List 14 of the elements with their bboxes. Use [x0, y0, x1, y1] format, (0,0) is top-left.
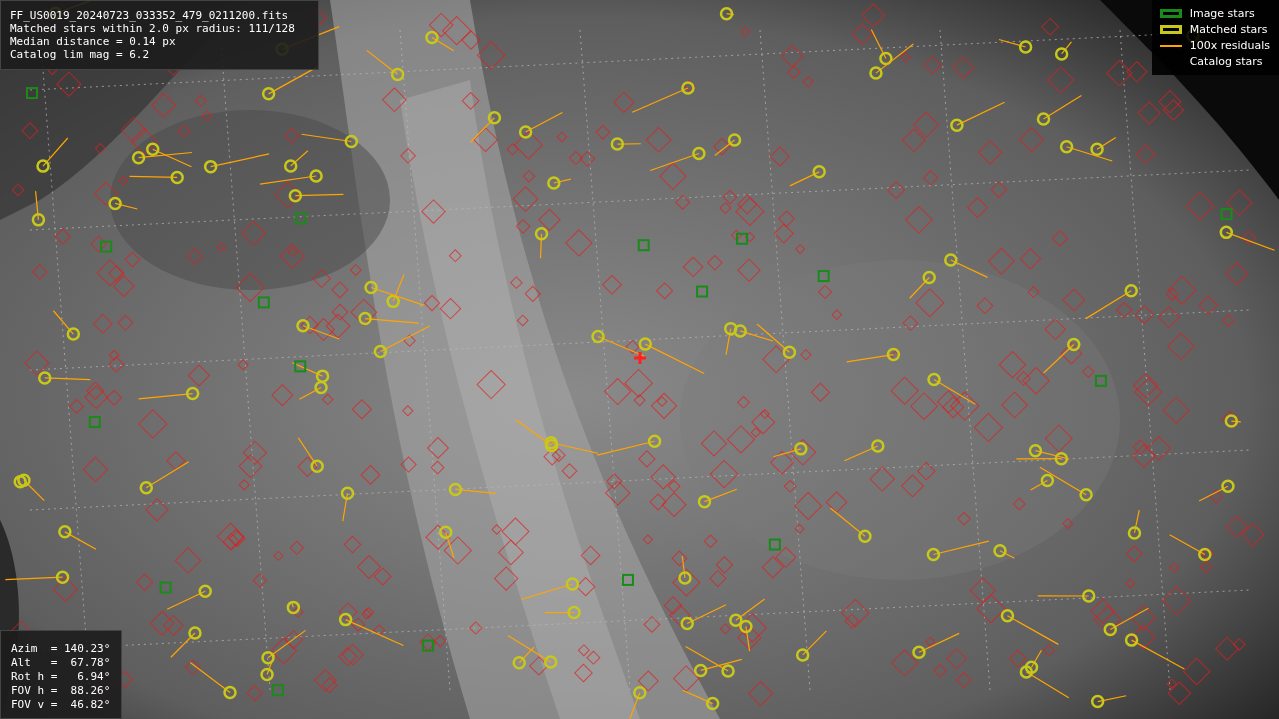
- info-text: FF_US0019_20240723_033352_479_0211200.fits: [10, 9, 290, 22]
- pointing-text: FOV h = 88.26°: [11, 684, 111, 698]
- pointing-text: Rot h = 6.94°: [11, 670, 111, 684]
- info-text: Catalog lim mag = 6.2: [10, 48, 151, 61]
- pointing-text: FOV v = 46.82°: [11, 698, 111, 712]
- center-cross-icon: [632, 350, 648, 366]
- legend-label: Image stars: [1189, 6, 1255, 21]
- info-text: Matched stars within 2.0 px radius: 111/128: [10, 22, 296, 35]
- legend-label: Catalog stars: [1189, 54, 1263, 69]
- legend-label: 100x residuals: [1189, 38, 1270, 53]
- legend-label: Matched stars: [1189, 22, 1268, 37]
- info-text: Median distance = 0.14 px: [10, 35, 177, 48]
- pointing-text: Azim = 140.23°: [11, 642, 111, 656]
- pointing-text: Alt = 67.78°: [11, 656, 111, 670]
